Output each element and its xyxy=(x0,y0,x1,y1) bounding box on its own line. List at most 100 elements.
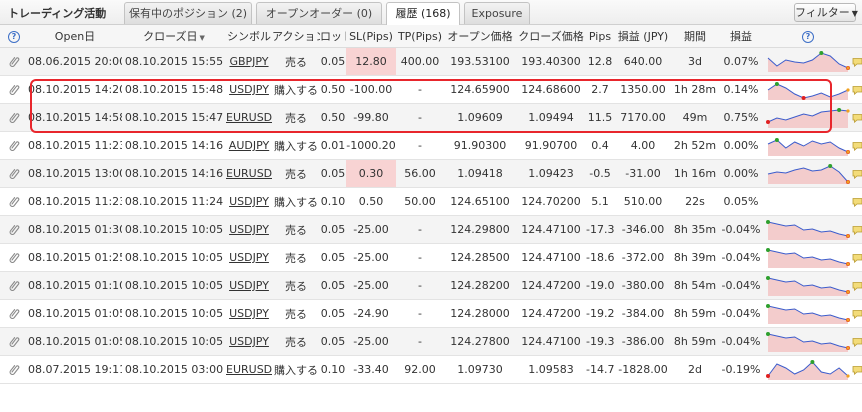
info-icon[interactable]: ? xyxy=(802,31,814,43)
comment-icon[interactable] xyxy=(852,195,862,208)
note-cell[interactable] xyxy=(852,271,862,300)
chart-cell[interactable] xyxy=(764,47,852,76)
sparkline-chart[interactable] xyxy=(766,358,850,382)
symbol-link[interactable]: USDJPY xyxy=(229,307,269,320)
col-pnl[interactable]: 損益 (JPY) xyxy=(614,25,672,48)
chart-cell[interactable] xyxy=(764,243,852,272)
paperclip-icon[interactable] xyxy=(9,251,20,264)
table-row[interactable]: 08.06.2015 20:00 08.10.2015 15:55 GBPJPY 売る… xyxy=(0,47,862,76)
note-cell[interactable] xyxy=(852,75,862,104)
attach-cell[interactable] xyxy=(0,215,28,244)
attach-cell[interactable] xyxy=(0,103,28,132)
col-action[interactable]: アクション xyxy=(272,25,320,48)
chart-cell[interactable] xyxy=(764,103,852,132)
col-lot[interactable]: ロット xyxy=(320,25,346,48)
table-row[interactable]: 08.10.2015 01:25 08.10.2015 10:05 USDJPY 売る… xyxy=(0,243,862,272)
tab-open-positions[interactable]: 保有中のポジション (2) xyxy=(124,2,252,24)
attach-cell[interactable] xyxy=(0,243,28,272)
paperclip-icon[interactable] xyxy=(9,167,20,180)
attach-cell[interactable] xyxy=(0,299,28,328)
table-row[interactable]: 08.07.2015 19:11 08.10.2015 03:00 EURUSD 購入… xyxy=(0,355,862,384)
symbol-cell[interactable]: USDJPY xyxy=(226,215,272,244)
symbol-link[interactable]: USDJPY xyxy=(229,83,269,96)
symbol-link[interactable]: EURUSD xyxy=(226,167,272,180)
comment-icon[interactable] xyxy=(852,307,862,320)
table-row[interactable]: 08.10.2015 14:20 08.10.2015 15:48 USDJPY 購入… xyxy=(0,75,862,104)
attach-cell[interactable] xyxy=(0,75,28,104)
chart-cell[interactable] xyxy=(764,355,852,384)
chart-cell[interactable] xyxy=(764,75,852,104)
chart-cell[interactable] xyxy=(764,299,852,328)
symbol-cell[interactable]: USDJPY xyxy=(226,327,272,356)
symbol-link[interactable]: EURUSD xyxy=(226,363,272,376)
sparkline-chart[interactable] xyxy=(766,106,850,130)
col-open-price[interactable]: オープン価格 xyxy=(444,25,516,48)
attach-cell[interactable] xyxy=(0,187,28,216)
info-header[interactable]: ? xyxy=(0,25,28,48)
table-row[interactable]: 08.10.2015 01:05 08.10.2015 10:05 USDJPY 売る… xyxy=(0,299,862,328)
paperclip-icon[interactable] xyxy=(9,139,20,152)
symbol-link[interactable]: GBPJPY xyxy=(229,55,268,68)
paperclip-icon[interactable] xyxy=(9,111,20,124)
comment-icon[interactable] xyxy=(852,251,862,264)
col-pnl-pct[interactable]: 損益 xyxy=(718,25,764,48)
chart-cell[interactable] xyxy=(764,131,852,160)
symbol-cell[interactable]: AUDJPY xyxy=(226,131,272,160)
paperclip-icon[interactable] xyxy=(9,279,20,292)
col-sl[interactable]: SL(Pips) xyxy=(346,25,396,48)
paperclip-icon[interactable] xyxy=(9,55,20,68)
col-pips[interactable]: Pips xyxy=(586,25,614,48)
symbol-link[interactable]: AUDJPY xyxy=(229,139,269,152)
symbol-link[interactable]: USDJPY xyxy=(229,195,269,208)
comment-icon[interactable] xyxy=(852,83,862,96)
col-close-price[interactable]: クローズ価格 xyxy=(516,25,586,48)
tab-exposure[interactable]: Exposure xyxy=(464,2,530,24)
symbol-cell[interactable]: USDJPY xyxy=(226,299,272,328)
sparkline-chart[interactable] xyxy=(766,330,850,354)
attach-cell[interactable] xyxy=(0,355,28,384)
comment-icon[interactable] xyxy=(852,111,862,124)
chart-cell[interactable] xyxy=(764,215,852,244)
comment-icon[interactable] xyxy=(852,167,862,180)
symbol-cell[interactable]: EURUSD xyxy=(226,159,272,188)
chart-cell[interactable] xyxy=(764,159,852,188)
table-row[interactable]: 08.10.2015 01:10 08.10.2015 10:05 USDJPY 売る… xyxy=(0,271,862,300)
sparkline-chart[interactable] xyxy=(766,218,850,242)
info-icon[interactable]: ? xyxy=(8,31,20,43)
sparkline-chart[interactable] xyxy=(766,162,850,186)
symbol-cell[interactable]: GBPJPY xyxy=(226,47,272,76)
note-cell[interactable] xyxy=(852,103,862,132)
attach-cell[interactable] xyxy=(0,159,28,188)
symbol-link[interactable]: USDJPY xyxy=(229,251,269,264)
chart-cell[interactable] xyxy=(764,187,852,216)
tab-history[interactable]: 履歴 (168) xyxy=(386,2,460,25)
sparkline-chart[interactable] xyxy=(766,134,850,158)
attach-cell[interactable] xyxy=(0,327,28,356)
chart-header[interactable]: ? xyxy=(764,25,852,48)
chart-cell[interactable] xyxy=(764,327,852,356)
note-cell[interactable] xyxy=(852,355,862,384)
table-row[interactable]: 08.10.2015 01:30 08.10.2015 10:05 USDJPY 売る… xyxy=(0,215,862,244)
note-cell[interactable] xyxy=(852,243,862,272)
symbol-cell[interactable]: USDJPY xyxy=(226,271,272,300)
col-open-date[interactable]: Open日 xyxy=(28,25,122,48)
paperclip-icon[interactable] xyxy=(9,223,20,236)
note-cell[interactable] xyxy=(852,47,862,76)
tab-open-orders[interactable]: オープンオーダー (0) xyxy=(256,2,382,24)
comment-icon[interactable] xyxy=(852,279,862,292)
comment-icon[interactable] xyxy=(852,55,862,68)
symbol-link[interactable]: USDJPY xyxy=(229,279,269,292)
sparkline-chart[interactable] xyxy=(766,302,850,326)
chart-cell[interactable] xyxy=(764,271,852,300)
symbol-link[interactable]: EURUSD xyxy=(226,111,272,124)
symbol-cell[interactable]: EURUSD xyxy=(226,103,272,132)
table-row[interactable]: 08.10.2015 11:23 08.10.2015 14:16 AUDJPY 購入… xyxy=(0,131,862,160)
table-row[interactable]: 08.10.2015 13:00 08.10.2015 14:16 EURUSD 売る… xyxy=(0,159,862,188)
symbol-link[interactable]: USDJPY xyxy=(229,335,269,348)
table-row[interactable]: 08.10.2015 01:05 08.10.2015 10:05 USDJPY 売る… xyxy=(0,327,862,356)
attach-cell[interactable] xyxy=(0,47,28,76)
paperclip-icon[interactable] xyxy=(9,335,20,348)
sparkline-chart[interactable] xyxy=(766,78,850,102)
sparkline-chart[interactable] xyxy=(766,246,850,270)
comment-icon[interactable] xyxy=(852,223,862,236)
